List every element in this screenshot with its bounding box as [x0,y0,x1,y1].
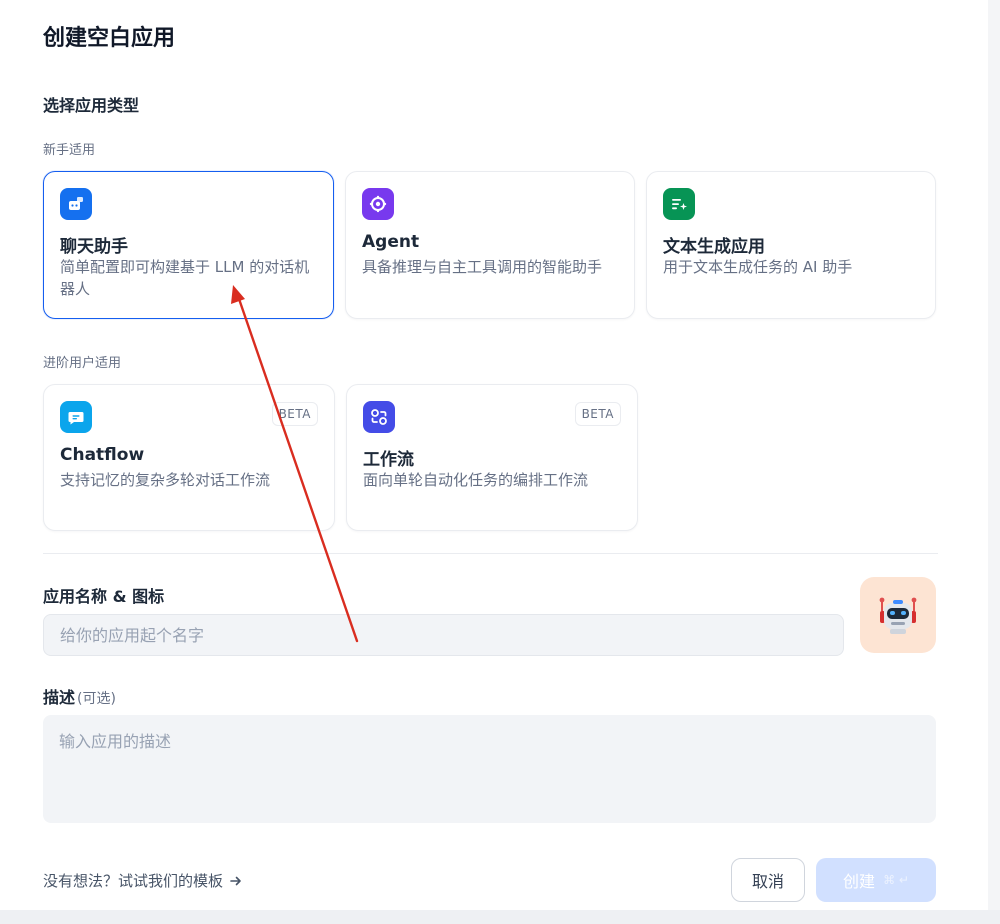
create-app-dialog: 创建空白应用 选择应用类型 新手适用 聊天助手 简单配置即可构建基于 LLM 的… [0,0,988,910]
app-type-name: 文本生成应用 [663,237,765,257]
app-type-card-agent[interactable]: Agent 具备推理与自主工具调用的智能助手 [345,171,635,319]
agent-icon [362,188,394,220]
app-type-section-label: 选择应用类型 [43,96,140,115]
app-type-desc: 简单配置即可构建基于 LLM 的对话机器人 [60,258,310,298]
page-bottom-edge [0,910,1000,924]
arrow-right-icon [230,876,241,885]
app-type-name: Chatflow [60,445,145,465]
create-button[interactable]: 创建 ⌘ ↵ [816,858,936,902]
section-divider [43,553,938,554]
app-type-desc: 支持记忆的复杂多轮对话工作流 [60,471,271,489]
create-button-label: 创建 [843,872,876,891]
chat-bot-icon [60,188,92,220]
app-type-desc: 具备推理与自主工具调用的智能助手 [362,258,603,276]
workflow-icon [363,401,395,433]
app-desc-label: 描述 (可选) [43,688,116,707]
app-type-card-text-generation[interactable]: 文本生成应用 用于文本生成任务的 AI 助手 [646,171,936,319]
app-type-card-workflow[interactable]: BETA 工作流 面向单轮自动化任务的编排工作流 [346,384,638,531]
app-type-card-chatbot[interactable]: 聊天助手 简单配置即可构建基于 LLM 的对话机器人 [43,171,334,319]
try-template-link[interactable]: 没有想法？试试我们的模板 [43,870,243,891]
beta-badge: BETA [271,402,318,426]
chatflow-icon [60,401,92,433]
app-type-desc: 面向单轮自动化任务的编排工作流 [363,471,589,489]
app-desc-textarea[interactable] [43,715,936,823]
app-type-name: 聊天助手 [60,237,128,257]
app-type-desc: 用于文本生成任务的 AI 助手 [663,258,853,276]
scroll-gutter [988,0,1000,924]
cancel-button[interactable]: 取消 [731,858,805,902]
app-name-label: 应用名称 & 图标 [43,587,165,606]
app-type-card-chatflow[interactable]: BETA Chatflow 支持记忆的复杂多轮对话工作流 [43,384,335,531]
app-icon-picker[interactable] [860,577,936,653]
app-type-name: 工作流 [363,450,414,470]
dialog-title: 创建空白应用 [43,26,176,51]
try-template-link-label: 没有想法？试试我们的模板 [43,872,224,890]
advanced-group-label: 进阶用户适用 [43,356,122,371]
app-name-input[interactable] [43,614,844,656]
robot-icon [879,597,917,634]
app-type-name: Agent [362,232,420,252]
text-generation-icon [663,188,695,220]
beginner-group-label: 新手适用 [43,143,96,158]
beta-badge: BETA [574,402,621,426]
create-shortcut-hint: ⌘ ↵ [883,873,909,887]
